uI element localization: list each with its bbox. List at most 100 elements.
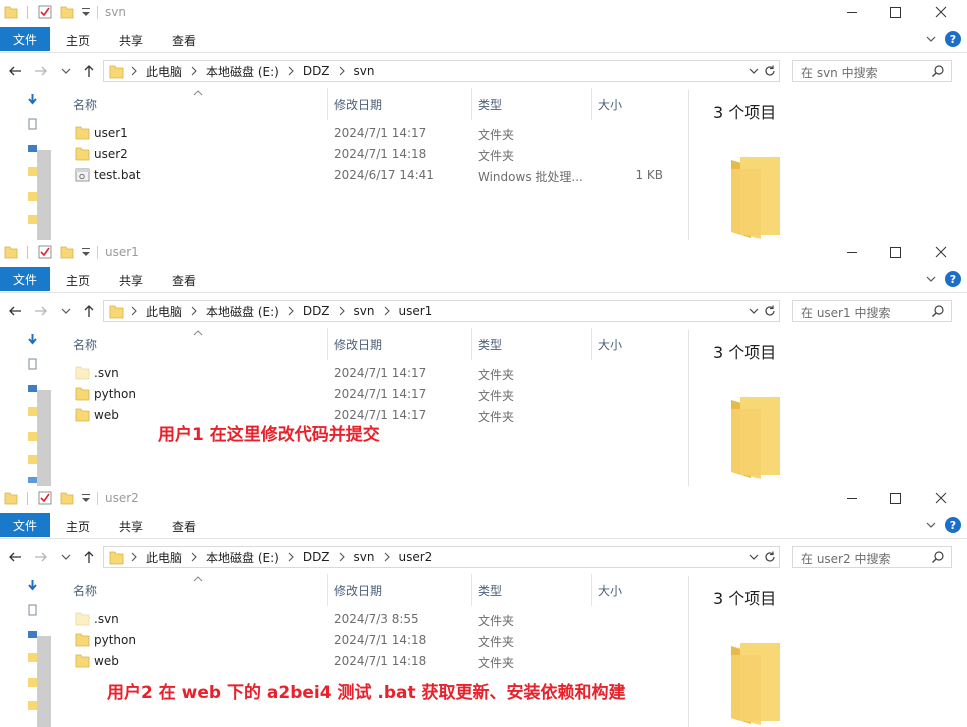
tab-view[interactable]: 查看: [172, 272, 196, 289]
chevron-right-icon[interactable]: [126, 61, 142, 81]
help-icon[interactable]: ?: [945, 271, 961, 287]
column-header-type[interactable]: 类型: [478, 582, 502, 599]
customize-quick-access-icon[interactable]: [80, 245, 92, 259]
back-arrow-icon[interactable]: [7, 63, 23, 79]
folder-icon[interactable]: [28, 651, 37, 663]
scrollbar-thumb[interactable]: [37, 150, 51, 240]
column-header-name[interactable]: 名称: [73, 582, 97, 599]
folder-icon[interactable]: [28, 676, 37, 688]
search-icon[interactable]: [931, 304, 945, 318]
column-divider[interactable]: [327, 88, 328, 120]
chevron-right-icon[interactable]: [186, 61, 202, 81]
maximize-button[interactable]: [872, 0, 918, 26]
forward-arrow-icon[interactable]: [33, 63, 49, 79]
search-icon[interactable]: [931, 64, 945, 78]
chevron-right-icon[interactable]: [126, 301, 142, 321]
column-divider[interactable]: [471, 88, 472, 120]
search-input[interactable]: 在 user2 中搜索: [792, 546, 952, 568]
file-row[interactable]: test.bat 2024/6/17 14:41 Windows 批处理... …: [73, 165, 673, 186]
tab-share[interactable]: 共享: [119, 272, 143, 289]
column-header-date[interactable]: 修改日期: [334, 96, 382, 113]
column-header-size[interactable]: 大小: [598, 336, 622, 353]
recent-locations-icon[interactable]: [60, 63, 72, 79]
chevron-right-icon[interactable]: [186, 301, 202, 321]
properties-icon[interactable]: [38, 245, 52, 259]
breadcrumb-item[interactable]: svn: [350, 64, 379, 78]
minimize-button[interactable]: [829, 486, 875, 512]
desktop-icon[interactable]: [28, 143, 37, 155]
chevron-right-icon[interactable]: [334, 301, 350, 321]
chevron-down-icon[interactable]: [747, 550, 761, 564]
folder-icon[interactable]: [28, 453, 37, 465]
minimize-button[interactable]: [829, 240, 875, 266]
file-row[interactable]: user2 2024/7/1 14:18 文件夹: [73, 144, 673, 165]
column-header-date[interactable]: 修改日期: [334, 582, 382, 599]
column-header-name[interactable]: 名称: [73, 336, 97, 353]
breadcrumb-item[interactable]: 此电脑: [142, 63, 186, 80]
file-row[interactable]: user1 2024/7/1 14:17 文件夹: [73, 123, 673, 144]
chevron-right-icon[interactable]: [379, 301, 395, 321]
minimize-button[interactable]: [829, 0, 875, 26]
recent-locations-icon[interactable]: [60, 549, 72, 565]
document-icon[interactable]: [28, 118, 37, 130]
address-bar[interactable]: 此电脑 本地磁盘 (E:) DDZ svn user1: [103, 300, 780, 322]
customize-quick-access-icon[interactable]: [80, 491, 92, 505]
desktop-icon[interactable]: [28, 383, 37, 395]
tab-view[interactable]: 查看: [172, 32, 196, 49]
chevron-right-icon[interactable]: [126, 547, 142, 567]
file-row[interactable]: .svn 2024/7/3 8:55 文件夹: [73, 609, 673, 630]
breadcrumb-item[interactable]: DDZ: [299, 550, 334, 564]
refresh-icon[interactable]: [763, 304, 777, 318]
close-button[interactable]: [918, 486, 964, 512]
maximize-button[interactable]: [872, 240, 918, 266]
tab-file[interactable]: 文件: [0, 27, 50, 51]
tab-home[interactable]: 主页: [66, 518, 90, 535]
scrollbar-thumb[interactable]: [37, 636, 51, 727]
breadcrumb-item[interactable]: 此电脑: [142, 549, 186, 566]
scrollbar-thumb[interactable]: [37, 390, 51, 486]
breadcrumb-item[interactable]: 本地磁盘 (E:): [202, 303, 283, 320]
back-arrow-icon[interactable]: [7, 549, 23, 565]
tab-share[interactable]: 共享: [119, 518, 143, 535]
chevron-right-icon[interactable]: [283, 61, 299, 81]
column-divider[interactable]: [327, 574, 328, 606]
maximize-button[interactable]: [872, 486, 918, 512]
tab-home[interactable]: 主页: [66, 272, 90, 289]
search-input[interactable]: 在 svn 中搜索: [792, 60, 952, 82]
recent-locations-icon[interactable]: [60, 303, 72, 319]
tab-home[interactable]: 主页: [66, 32, 90, 49]
column-header-date[interactable]: 修改日期: [334, 336, 382, 353]
breadcrumb-item[interactable]: 本地磁盘 (E:): [202, 549, 283, 566]
column-header-size[interactable]: 大小: [598, 96, 622, 113]
breadcrumb-item[interactable]: 本地磁盘 (E:): [202, 63, 283, 80]
column-divider[interactable]: [327, 328, 328, 360]
expand-ribbon-icon[interactable]: [924, 272, 938, 286]
column-divider[interactable]: [471, 574, 472, 606]
file-row[interactable]: python 2024/7/1 14:18 文件夹: [73, 630, 673, 651]
chevron-right-icon[interactable]: [283, 547, 299, 567]
search-icon[interactable]: [931, 550, 945, 564]
breadcrumb-item[interactable]: user1: [395, 304, 437, 318]
tab-share[interactable]: 共享: [119, 32, 143, 49]
chevron-right-icon[interactable]: [186, 547, 202, 567]
properties-icon[interactable]: [38, 5, 52, 19]
folder-icon[interactable]: [28, 213, 37, 225]
column-divider[interactable]: [591, 574, 592, 606]
breadcrumb-item[interactable]: svn: [350, 550, 379, 564]
up-arrow-icon[interactable]: [81, 549, 97, 565]
folder-icon[interactable]: [28, 165, 37, 177]
column-divider[interactable]: [471, 328, 472, 360]
chevron-right-icon[interactable]: [334, 61, 350, 81]
forward-arrow-icon[interactable]: [33, 549, 49, 565]
address-bar[interactable]: 此电脑 本地磁盘 (E:) DDZ svn user2: [103, 546, 780, 568]
up-arrow-icon[interactable]: [81, 303, 97, 319]
help-icon[interactable]: ?: [945, 517, 961, 533]
expand-ribbon-icon[interactable]: [924, 518, 938, 532]
tab-view[interactable]: 查看: [172, 518, 196, 535]
file-row[interactable]: python 2024/7/1 14:17 文件夹: [73, 384, 673, 405]
properties-icon[interactable]: [38, 491, 52, 505]
desktop-icon[interactable]: [28, 629, 37, 641]
column-header-type[interactable]: 类型: [478, 336, 502, 353]
column-header-type[interactable]: 类型: [478, 96, 502, 113]
chevron-right-icon[interactable]: [379, 547, 395, 567]
